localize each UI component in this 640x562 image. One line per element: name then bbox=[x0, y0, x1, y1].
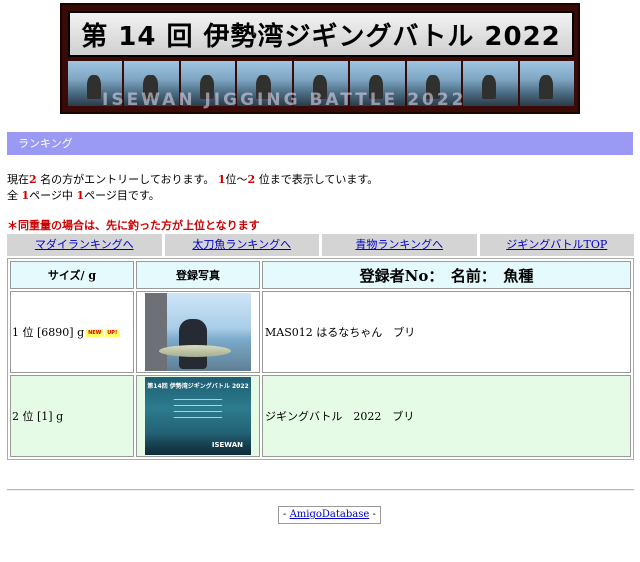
entry-cell: MAS012 はるなちゃん ブリ bbox=[262, 291, 631, 373]
tie-break-notice: ＊同重量の場合は、先に釣った方が上位となります bbox=[7, 219, 260, 232]
flyer-title: 第14回 伊勢湾ジギングバトル 2022 bbox=[147, 383, 249, 390]
page-summary: 全 1ページ中 1ページ目です。 bbox=[7, 188, 378, 204]
info-text: 現在 bbox=[7, 173, 29, 186]
banner-photo bbox=[519, 61, 574, 106]
page-current: 1 bbox=[76, 189, 85, 202]
photo-boat-rail bbox=[145, 293, 167, 371]
column-header-size: サイズ/ g bbox=[10, 261, 134, 289]
ranking-table: サイズ/ g 登録写真 登録者No： 名前： 魚種 1 位 [6890] g NE… bbox=[7, 258, 634, 460]
amigodatabase-link[interactable]: AmigoDatabase bbox=[290, 509, 370, 520]
entry-summary: 現在2 名の方がエントリーしております。 1位〜2 位まで表示しています。 bbox=[7, 172, 378, 188]
nav-jigging-top-link[interactable]: ジギングバトルTOP bbox=[479, 234, 634, 256]
banner-title-box: 第 14 回 伊勢湾ジギングバトル 2022 bbox=[68, 11, 574, 57]
info-text: 名の方がエントリーしております。 bbox=[36, 173, 218, 186]
table-row: 2 位 [1] g 第14回 伊勢湾ジギングバトル 2022 ━━━━━━━━━… bbox=[10, 375, 631, 457]
rank-weight: 1 位 [6890] g bbox=[12, 326, 85, 339]
photo-angler bbox=[179, 319, 207, 369]
catch-photo[interactable] bbox=[145, 293, 251, 371]
rank-weight: 2 位 [1] g bbox=[12, 410, 64, 423]
footer-credit: - AmigoDatabase - bbox=[278, 506, 381, 524]
table-row: 1 位 [6890] g NEW UP! MAS012 はるなちゃん ブリ bbox=[10, 291, 631, 373]
nav-aomono-ranking-link[interactable]: 青物ランキングへ bbox=[322, 234, 477, 256]
entry-cell: ジギングバトル 2022 ブリ bbox=[262, 375, 631, 457]
ranking-nav: マダイランキングへ 太刀魚ランキングへ 青物ランキングへ ジギングバトルTOP bbox=[7, 234, 634, 256]
flyer-body-text: ━━━━━━━━━━━━━━━━━━━━ ━━━━━━━━━━━━━━━━━━━━… bbox=[173, 397, 223, 420]
photo-cell bbox=[136, 291, 260, 373]
photo-fish bbox=[159, 345, 231, 357]
entry-count: 2 bbox=[29, 173, 37, 186]
banner-title: 第 14 回 伊勢湾ジギングバトル 2022 bbox=[81, 21, 561, 52]
flyer-logo: ISEWAN bbox=[211, 441, 243, 449]
banner-photo bbox=[463, 61, 518, 106]
info-text: 位〜 bbox=[225, 173, 248, 186]
column-header-entry: 登録者No： 名前： 魚種 bbox=[262, 261, 631, 289]
event-banner: 第 14 回 伊勢湾ジギングバトル 2022 ISEWAN JIGGING BA… bbox=[60, 3, 580, 114]
info-text: ページ中 bbox=[29, 189, 77, 202]
divider bbox=[7, 489, 634, 491]
event-flyer-photo[interactable]: 第14回 伊勢湾ジギングバトル 2022 ━━━━━━━━━━━━━━━━━━━… bbox=[145, 377, 251, 455]
new-badge: NEW bbox=[86, 329, 104, 337]
nav-tachiuo-ranking-link[interactable]: 太刀魚ランキングへ bbox=[164, 234, 319, 256]
pages-total: 1 bbox=[21, 189, 30, 202]
table-header-row: サイズ/ g 登録写真 登録者No： 名前： 魚種 bbox=[10, 261, 631, 289]
range-from: 1 bbox=[217, 173, 226, 186]
column-header-photo: 登録写真 bbox=[136, 261, 260, 289]
banner-subtitle: ISEWAN JIGGING BATTLE 2022 bbox=[102, 90, 467, 110]
up-badge: UP! bbox=[105, 329, 120, 337]
info-text: 位まで表示しています。 bbox=[255, 173, 379, 186]
info-text: ページ目です。 bbox=[84, 189, 160, 202]
nav-madai-ranking-link[interactable]: マダイランキングへ bbox=[7, 234, 162, 256]
footer-text: - bbox=[369, 509, 376, 520]
section-header: ランキング bbox=[7, 132, 633, 155]
ranking-info: 現在2 名の方がエントリーしております。 1位〜2 位まで表示しています。 全 … bbox=[7, 172, 378, 204]
photo-cell: 第14回 伊勢湾ジギングバトル 2022 ━━━━━━━━━━━━━━━━━━━… bbox=[136, 375, 260, 457]
rank-cell: 1 位 [6890] g NEW UP! bbox=[10, 291, 134, 373]
rank-cell: 2 位 [1] g bbox=[10, 375, 134, 457]
info-text: 全 bbox=[7, 189, 22, 202]
